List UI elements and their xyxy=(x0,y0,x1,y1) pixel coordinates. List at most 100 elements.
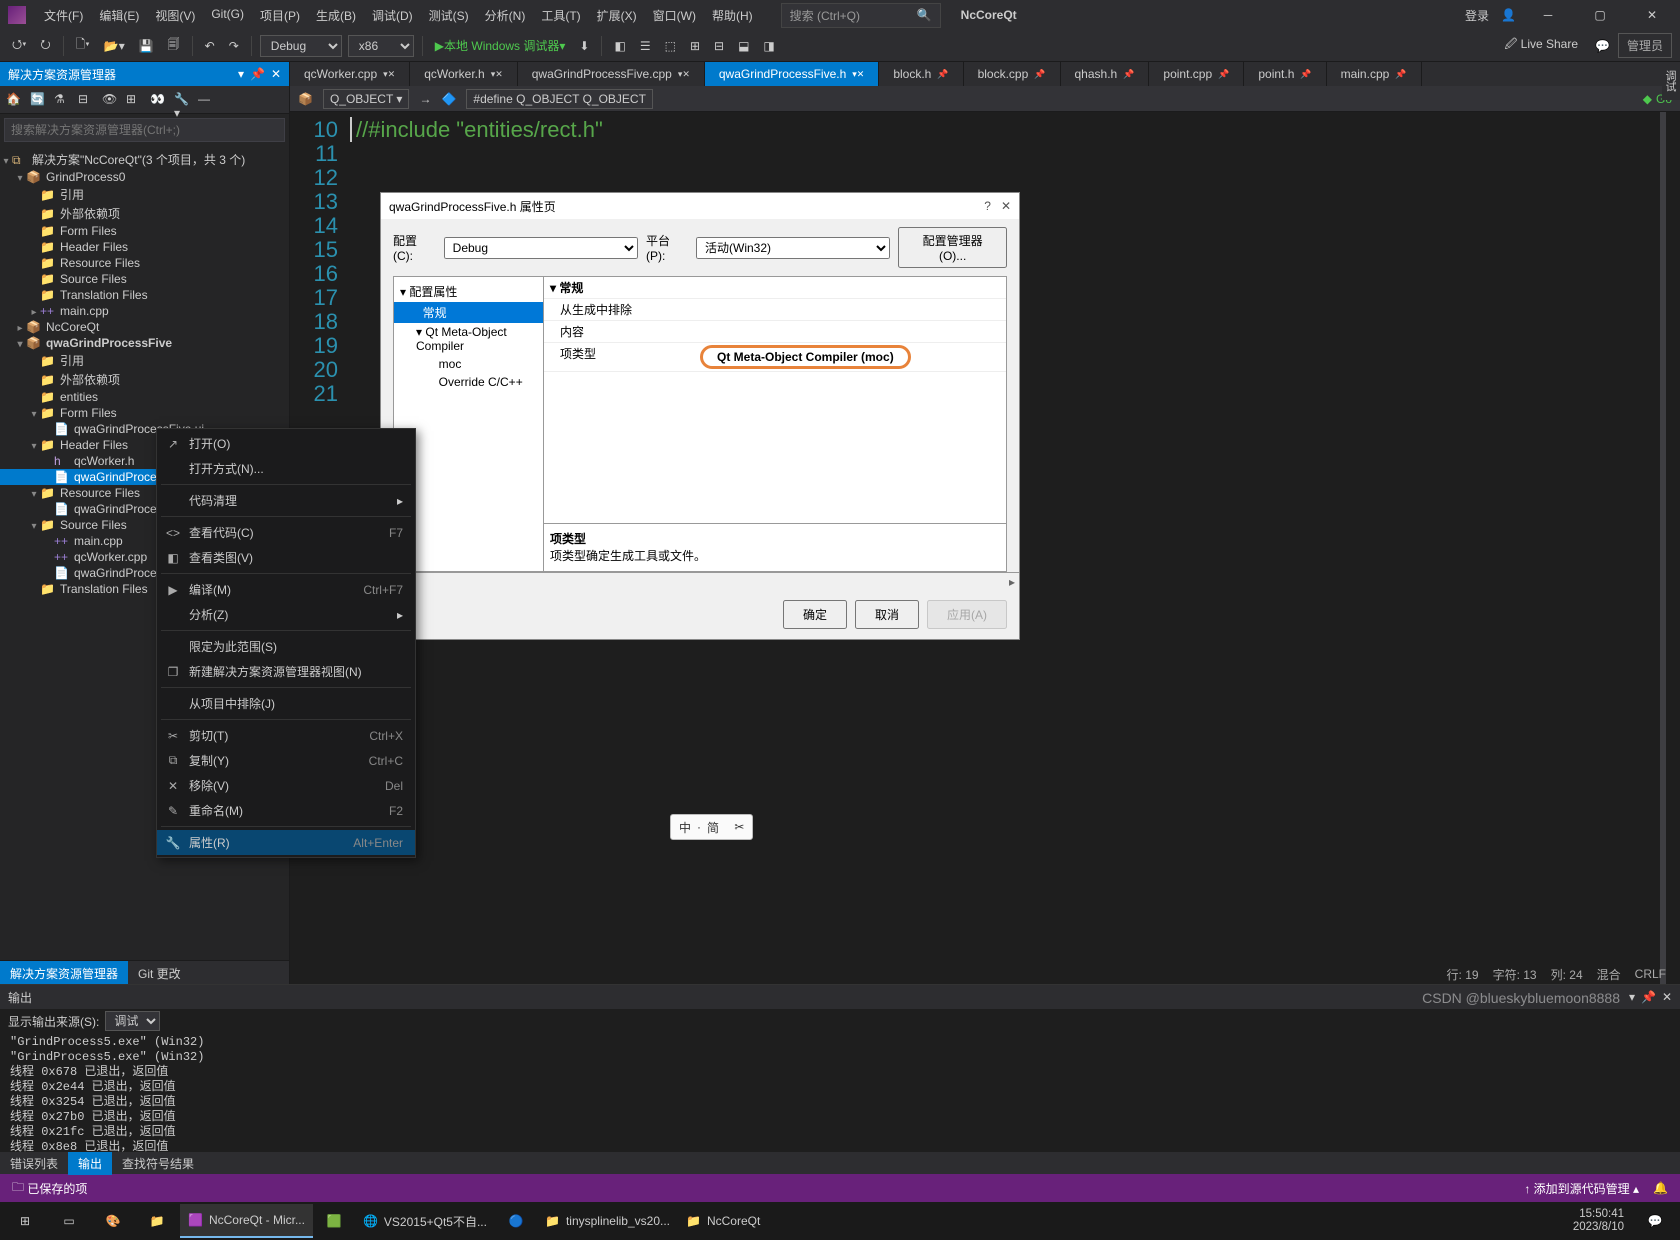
property-row[interactable]: 内容 xyxy=(544,321,1006,343)
editor-tab[interactable]: qwaGrindProcessFive.h ▾✕ xyxy=(705,62,879,86)
minimize-button[interactable]: ─ xyxy=(1528,0,1568,30)
menu-编辑(E)[interactable]: 编辑(E) xyxy=(91,3,147,28)
tree-item[interactable]: 📁Translation Files xyxy=(0,287,289,303)
output-content[interactable]: "GrindProcess5.exe" (Win32) "GrindProces… xyxy=(0,1033,1680,1152)
menu-调试(D)[interactable]: 调试(D) xyxy=(364,3,421,28)
tree-item[interactable]: 📁Form Files xyxy=(0,223,289,239)
menu-文件(F)[interactable]: 文件(F) xyxy=(36,3,91,28)
menu-Git(G)[interactable]: Git(G) xyxy=(203,3,252,28)
taskbar-item[interactable]: 🟩 xyxy=(313,1204,355,1238)
tree-item[interactable]: 📦NcCoreQt xyxy=(0,319,289,335)
property-row[interactable]: 从生成中排除 xyxy=(544,299,1006,321)
ctx-item[interactable]: 打开方式(N)... xyxy=(157,456,415,481)
wrench-icon[interactable]: 🔧▾ xyxy=(174,92,190,108)
config-select[interactable]: Debug xyxy=(260,35,342,57)
ctx-item[interactable]: ⧉复制(Y)Ctrl+C xyxy=(157,748,415,773)
explorer-icon[interactable]: 📁 xyxy=(136,1204,178,1238)
ctx-item[interactable]: ◧查看类图(V) xyxy=(157,545,415,570)
tree-item[interactable]: ++main.cpp xyxy=(0,303,289,319)
ctx-item[interactable]: <>查看代码(C)F7 xyxy=(157,520,415,545)
close-button[interactable]: ✕ xyxy=(1632,0,1672,30)
tree-item[interactable]: ⧉解决方案"NcCoreQt"(3 个项目，共 3 个) xyxy=(0,150,289,169)
ctx-item[interactable]: 限定为此范围(S) xyxy=(157,634,415,659)
feedback-icon[interactable]: 💬 xyxy=(1595,39,1610,53)
menu-项目(P)[interactable]: 项目(P) xyxy=(252,3,308,28)
start-button[interactable]: ⊞ xyxy=(4,1204,46,1238)
quick-search[interactable]: 搜索 (Ctrl+Q) 🔍 xyxy=(781,3,941,28)
editor-tab[interactable]: qcWorker.cpp ▾✕ xyxy=(290,62,410,86)
platform-select[interactable]: x86 xyxy=(348,35,414,57)
taskbar-item[interactable]: 🌐VS2015+Qt5不自... xyxy=(355,1204,495,1238)
ctx-item[interactable]: 代码清理 ▸ xyxy=(157,488,415,513)
menu-分析(N)[interactable]: 分析(N) xyxy=(477,3,534,28)
editor-tab[interactable]: point.cpp 📌 xyxy=(1149,62,1244,86)
tool-f-icon[interactable]: ⬓ xyxy=(734,37,753,55)
tree-item[interactable]: 📁Header Files xyxy=(0,239,289,255)
tool-d-icon[interactable]: ⊞ xyxy=(686,37,704,55)
taskbar-item[interactable]: 🟪NcCoreQt - Micr... xyxy=(180,1204,313,1238)
tree-item[interactable]: 📁Source Files xyxy=(0,271,289,287)
menu-窗口(W)[interactable]: 窗口(W) xyxy=(645,3,704,28)
editor-tab[interactable]: point.h 📌 xyxy=(1244,62,1326,86)
tab-output[interactable]: 输出 xyxy=(68,1152,112,1175)
tool-a-icon[interactable]: ◧ xyxy=(610,37,629,55)
taskbar-item[interactable]: 📁tinysplinelib_vs20... xyxy=(537,1204,678,1238)
panel-dropdown-icon[interactable]: ▾ xyxy=(1629,990,1635,1004)
task-view-icon[interactable]: ▭ xyxy=(48,1204,90,1238)
tool-b-icon[interactable]: ☰ xyxy=(636,37,655,55)
dialog-close-icon[interactable]: ✕ xyxy=(1001,199,1011,213)
source-control-button[interactable]: ↑ 添加到源代码管理 ▴ xyxy=(1524,1180,1639,1197)
save-all-icon[interactable]: 🗐 xyxy=(164,33,184,58)
tree-item[interactable]: 📁entities xyxy=(0,389,289,405)
tree-item[interactable]: 📁外部依赖项 xyxy=(0,204,289,223)
tree-item[interactable]: 📁引用 xyxy=(0,185,289,204)
menu-测试(S)[interactable]: 测试(S) xyxy=(421,3,477,28)
cancel-button[interactable]: 取消 xyxy=(855,600,919,629)
taskbar-item[interactable]: 🔵 xyxy=(495,1204,537,1238)
home-icon[interactable]: 🏠 xyxy=(6,92,22,108)
tool-c-icon[interactable]: ⬚ xyxy=(661,37,680,55)
panel-pin-icon[interactable]: 📌 xyxy=(250,67,265,81)
avatar-icon[interactable]: 👤 xyxy=(1501,8,1516,22)
menu-生成(B)[interactable]: 生成(B) xyxy=(308,3,364,28)
menu-扩展(X)[interactable]: 扩展(X) xyxy=(589,3,645,28)
output-source-select[interactable]: 调试 xyxy=(105,1011,160,1031)
config-select[interactable]: Debug xyxy=(444,237,638,259)
collapse-icon[interactable]: ⊟ xyxy=(78,92,94,108)
preview-icon[interactable]: 👀 xyxy=(150,92,166,108)
taskbar-item[interactable]: 📁NcCoreQt xyxy=(678,1204,768,1238)
editor-tab[interactable]: qcWorker.h ▾✕ xyxy=(410,62,518,86)
filter-icon[interactable]: ⚗ xyxy=(54,92,70,108)
prop-tree-item[interactable]: ▾ Qt Meta-Object Compiler xyxy=(394,323,543,355)
tree-item[interactable]: 📁外部依赖项 xyxy=(0,370,289,389)
panel-close-icon[interactable]: ✕ xyxy=(271,67,281,81)
solution-search-input[interactable] xyxy=(4,118,285,142)
live-share-button[interactable]: 🖉 Live Share xyxy=(1496,31,1588,60)
ctx-item[interactable]: ❐新建解决方案资源管理器视图(N) xyxy=(157,659,415,684)
property-tree[interactable]: ▾ 配置属性 常规▾ Qt Meta-Object Compiler moc O… xyxy=(394,277,544,571)
sync-icon[interactable]: 🔄 xyxy=(30,92,46,108)
tab-find-symbol[interactable]: 查找符号结果 xyxy=(112,1152,204,1175)
editor-tab[interactable]: block.h 📌 xyxy=(879,62,963,86)
tool-g-icon[interactable]: ◨ xyxy=(759,37,778,55)
ctx-item[interactable]: ✕移除(V)Del xyxy=(157,773,415,798)
notifications-icon[interactable]: 🔔 xyxy=(1653,1181,1668,1195)
platform-select[interactable]: 活动(Win32) xyxy=(696,237,890,259)
save-icon[interactable]: 💾 xyxy=(135,37,158,55)
prop-tree-item[interactable]: ▾ 配置属性 xyxy=(394,281,543,302)
tab-git-changes[interactable]: Git 更改 xyxy=(128,961,191,984)
properties-icon[interactable]: ⊞ xyxy=(126,92,142,108)
editor-tab[interactable]: qhash.h 📌 xyxy=(1061,62,1150,86)
show-all-icon[interactable]: 👁 xyxy=(102,92,118,108)
editor-tab[interactable]: block.cpp 📌 xyxy=(964,62,1061,86)
tree-item[interactable]: 📦GrindProcess0 xyxy=(0,169,289,185)
right-rail-debug[interactable]: 调试 xyxy=(1662,62,1680,100)
ctx-item[interactable]: 🔧属性(R)Alt+Enter xyxy=(157,830,415,855)
panel-pin-icon[interactable]: 📌 xyxy=(1641,990,1656,1004)
step-icon1[interactable]: ⬇ xyxy=(575,37,593,55)
system-clock[interactable]: 15:50:41 2023/8/10 xyxy=(1573,1208,1632,1234)
scope-dropdown[interactable]: Q_OBJECT ▾ xyxy=(323,89,410,109)
ctx-item[interactable]: ✎重命名(M)F2 xyxy=(157,798,415,823)
nav-fwd-icon[interactable]: ⭮ xyxy=(37,33,55,58)
tree-item[interactable]: 📁Form Files xyxy=(0,405,289,421)
